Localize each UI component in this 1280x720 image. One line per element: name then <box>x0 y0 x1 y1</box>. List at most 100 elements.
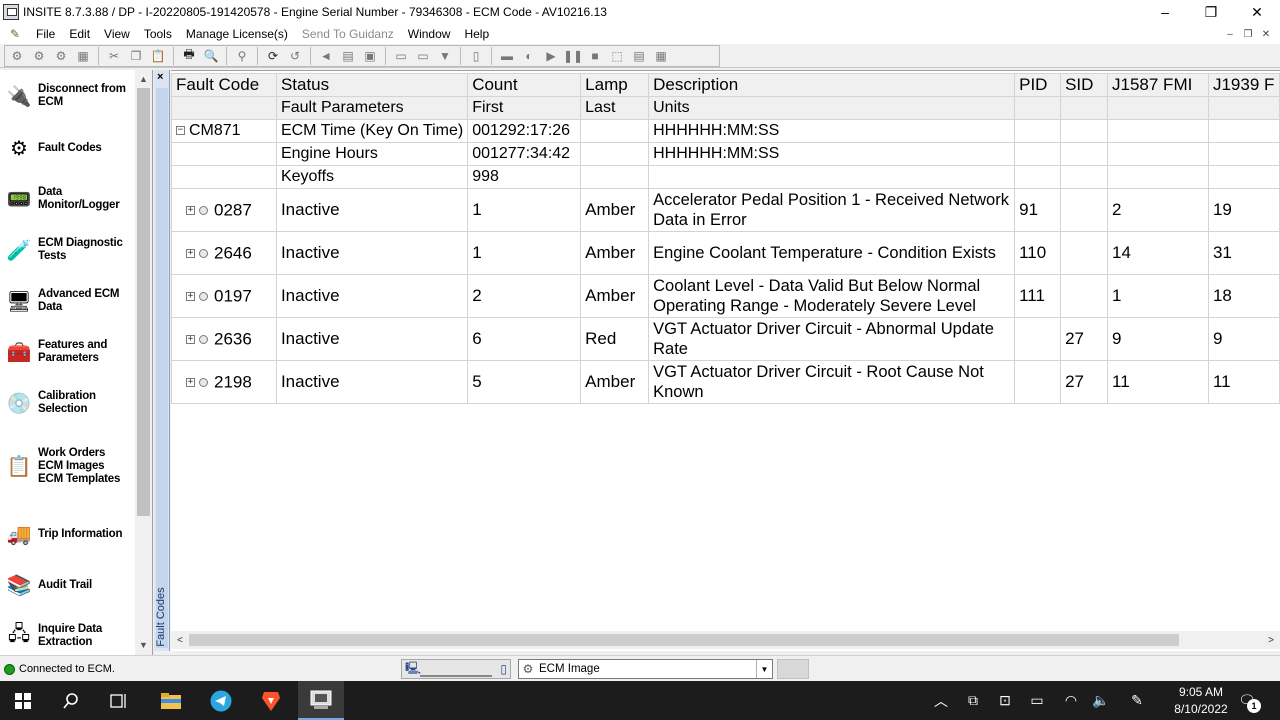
expand-icon[interactable]: + <box>186 334 195 344</box>
menu-window[interactable]: Window <box>401 27 458 41</box>
expand-icon[interactable]: + <box>186 205 195 215</box>
insite-taskbar-app[interactable] <box>298 681 344 720</box>
parameter-row[interactable]: − CM871 ECM Time (Key On Time) 001292:17:… <box>171 119 1280 143</box>
document-icon[interactable]: ▭ <box>391 46 411 66</box>
filter-icon[interactable]: ▼ <box>435 46 455 66</box>
brave-browser-icon[interactable] <box>248 681 294 720</box>
scroll-left-icon[interactable]: < <box>171 631 189 649</box>
fault-row[interactable]: +2636 Inactive 6 Red VGT Actuator Driver… <box>171 317 1280 361</box>
settings-icon[interactable]: ⚙ <box>29 46 49 66</box>
fault-row[interactable]: +2646 Inactive 1 Amber Engine Coolant Te… <box>171 231 1280 275</box>
parameter-row[interactable]: Engine Hours 001277:34:42 HHHHHH:MM:SS <box>171 142 1280 166</box>
cut-icon[interactable]: ✂ <box>104 46 124 66</box>
stop-icon[interactable]: ■ <box>585 46 605 66</box>
sidebar-item-diagnostic-tests[interactable]: 🧪 ECM Diagnostic Tests <box>2 234 136 266</box>
menu-view[interactable]: View <box>97 27 137 41</box>
column-header[interactable]: Fault Code <box>171 73 277 97</box>
menu-tools[interactable]: Tools <box>137 27 179 41</box>
sidebar-item-disconnect[interactable]: 🔌 Disconnect from ECM <box>2 80 136 112</box>
sidebar-item-data-monitor[interactable]: 📟 Data Monitor/Logger <box>2 183 136 215</box>
connect-icon[interactable]: ⚙ <box>7 46 27 66</box>
menu-help[interactable]: Help <box>457 27 496 41</box>
sidebar-scrollbar[interactable]: ▲ ▼ <box>135 70 152 655</box>
menu-manage-licenses[interactable]: Manage License(s) <box>179 27 295 41</box>
device-icon[interactable]: ▣ <box>360 46 380 66</box>
snapshot-icon[interactable]: ◐ <box>519 46 539 66</box>
record-icon[interactable]: ▬ <box>497 46 517 66</box>
fault-row[interactable]: +0287 Inactive 1 Amber Accelerator Pedal… <box>171 188 1280 232</box>
page-icon[interactable]: ▯ <box>466 46 486 66</box>
expand-icon[interactable]: + <box>186 377 195 387</box>
export-icon[interactable]: ▭ <box>413 46 433 66</box>
modules-icon[interactable]: ▤ <box>338 46 358 66</box>
sidebar-item-calibration[interactable]: 💿 Calibration Selection <box>2 387 136 419</box>
chevron-down-icon[interactable]: ▼ <box>756 660 772 678</box>
sidebar-item-fault-codes[interactable]: ⚙ Fault Codes <box>2 132 136 164</box>
side-tab-close-icon[interactable]: × <box>157 71 163 83</box>
sidebar-item-features[interactable]: 🧰 Features and Parameters <box>2 336 136 368</box>
menu-send-to-guidanz[interactable]: Send To Guidanz <box>295 27 401 41</box>
telegram-icon[interactable] <box>198 681 244 720</box>
column-header[interactable]: PID <box>1014 73 1062 97</box>
search-icon[interactable] <box>48 681 94 720</box>
image-source-select[interactable]: ⚙ ECM Image ▼ <box>518 659 773 679</box>
task-view-icon[interactable] <box>96 681 142 720</box>
minimize-button[interactable]: – <box>1142 0 1188 24</box>
menu-edit[interactable]: Edit <box>62 27 97 41</box>
column-header[interactable]: Description <box>648 73 1016 97</box>
mdi-minimize-button[interactable]: – <box>1222 26 1238 42</box>
refresh-icon[interactable]: ⟳ <box>263 46 283 66</box>
pause-icon[interactable]: ❚❚ <box>563 46 583 66</box>
fault-row[interactable]: +2198 Inactive 5 Amber VGT Actuator Driv… <box>171 360 1280 404</box>
scroll-right-icon[interactable]: > <box>1262 631 1280 649</box>
battery-icon[interactable]: ▭ <box>1026 681 1048 720</box>
parameter-row[interactable]: Keyoffs 998 <box>171 165 1280 189</box>
column-header[interactable]: J1587 FMI <box>1107 73 1209 97</box>
trigger-icon[interactable]: ⬚ <box>607 46 627 66</box>
horn-icon[interactable]: ◄ <box>316 46 336 66</box>
fault-row[interactable]: +0197 Inactive 2 Amber Coolant Level - D… <box>171 274 1280 318</box>
pen-icon[interactable]: ✎ <box>1124 681 1150 720</box>
calculator-icon[interactable]: ▦ <box>73 46 93 66</box>
taskbar-clock[interactable]: 9:05 AM 8/10/2022 <box>1166 684 1236 718</box>
graph-icon[interactable]: ▦ <box>651 46 671 66</box>
sidebar-item-advanced-ecm[interactable]: 🖥 Advanced ECM Data <box>2 285 136 317</box>
menu-file[interactable]: File <box>29 27 62 41</box>
column-header[interactable]: J1939 F <box>1207 73 1280 97</box>
copy-icon[interactable]: ❐ <box>126 46 146 66</box>
start-button[interactable] <box>0 681 46 720</box>
log-icon[interactable]: ▤ <box>629 46 649 66</box>
column-header[interactable]: Lamp <box>580 73 650 97</box>
meet-now-icon[interactable]: ⧉ <box>962 681 984 720</box>
play-icon[interactable]: ▶ <box>541 46 561 66</box>
scrollbar-thumb[interactable] <box>137 88 150 516</box>
gear-icon[interactable]: ⚙ <box>51 46 71 66</box>
sidebar-item-work-orders[interactable]: 📋 Work Orders ECM Images ECM Templates <box>2 447 136 486</box>
paste-icon[interactable]: 📋 <box>148 46 168 66</box>
mdi-restore-button[interactable]: ❐ <box>1240 26 1256 42</box>
mdi-close-button[interactable]: ✕ <box>1258 26 1274 42</box>
side-tab-label[interactable]: Fault Codes <box>155 585 169 649</box>
collapse-icon[interactable]: − <box>176 126 185 136</box>
scroll-up-icon[interactable]: ▲ <box>135 70 152 87</box>
grid-horizontal-scrollbar[interactable]: < > <box>171 631 1280 649</box>
sidebar-item-audit-trail[interactable]: 📚 Audit Trail <box>2 569 136 601</box>
column-header[interactable]: Status <box>275 73 469 97</box>
scrollbar-thumb[interactable] <box>189 634 1179 646</box>
wifi-icon[interactable]: ◠ <box>1060 681 1082 720</box>
scroll-down-icon[interactable]: ▼ <box>135 636 152 653</box>
column-header[interactable]: SID <box>1060 73 1109 97</box>
column-header[interactable]: Count <box>467 73 582 97</box>
print-icon[interactable]: 🖶 <box>179 46 199 66</box>
document-menu-icon[interactable]: ✎ <box>7 26 23 42</box>
volume-icon[interactable]: 🔈 <box>1090 681 1112 720</box>
chevron-up-icon[interactable]: ︿ <box>930 681 952 720</box>
close-button[interactable]: ✕ <box>1234 0 1280 24</box>
reset-icon[interactable]: ↺ <box>285 46 305 66</box>
sidebar-item-inquire-data[interactable]: 🖧 Inquire Data Extraction <box>2 620 136 652</box>
sidebar-item-trip-info[interactable]: 🚚 Trip Information <box>2 518 136 550</box>
find-icon[interactable]: ⚲ <box>232 46 252 66</box>
screen-icon[interactable]: ⊡ <box>994 681 1016 720</box>
restore-button[interactable]: ❐ <box>1188 0 1234 24</box>
expand-icon[interactable]: + <box>186 291 195 301</box>
